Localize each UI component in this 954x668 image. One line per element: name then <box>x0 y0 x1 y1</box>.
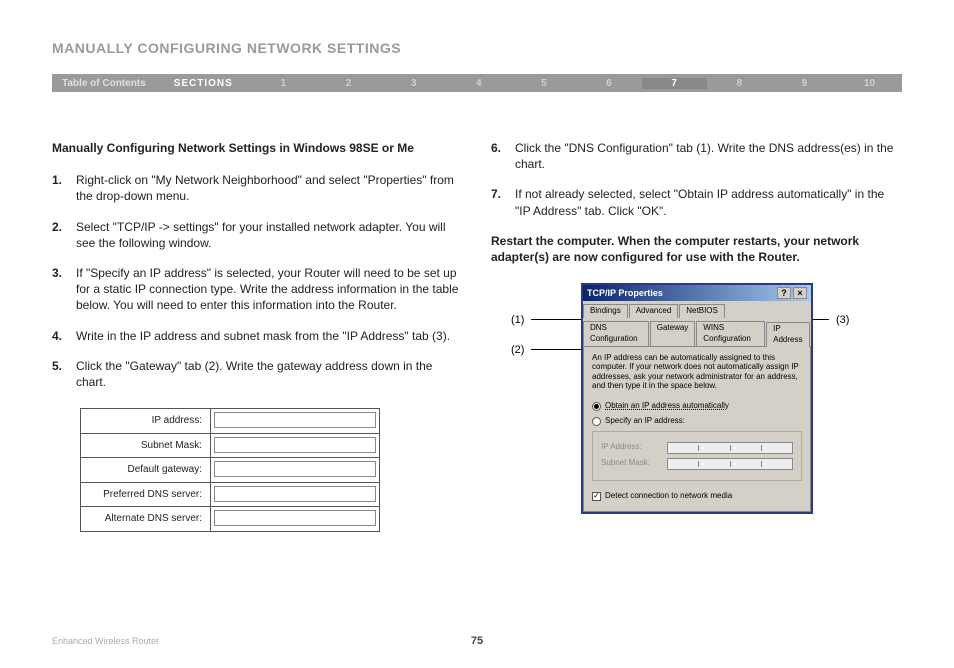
step-number: 4. <box>52 328 76 344</box>
ip-label: IP Address: <box>601 442 661 453</box>
chart-input[interactable] <box>214 412 376 428</box>
chart-row-dns2: Alternate DNS server: <box>81 507 379 531</box>
tab-netbios[interactable]: NetBIOS <box>679 304 725 318</box>
step-number: 3. <box>52 265 76 314</box>
subnet-label: Subnet Mask: <box>601 458 661 469</box>
checkbox-detect[interactable]: ✓ Detect connection to network media <box>592 491 802 502</box>
tab-row-2: DNS Configuration Gateway WINS Configura… <box>583 318 811 346</box>
ip-address-row: IP Address: <box>601 442 793 454</box>
radio-label: Specify an IP address: <box>605 416 685 427</box>
section-navbar: Table of Contents SECTIONS 1 2 3 4 5 6 7… <box>52 74 902 92</box>
nav-section-8[interactable]: 8 <box>707 78 772 89</box>
tab-gateway[interactable]: Gateway <box>650 321 696 346</box>
chart-input[interactable] <box>214 437 376 453</box>
page-title: MANUALLY CONFIGURING NETWORK SETTINGS <box>52 40 902 56</box>
nav-section-9[interactable]: 9 <box>772 78 837 89</box>
step-text: Click the "Gateway" tab (2). Write the g… <box>76 358 463 390</box>
right-column: 6.Click the "DNS Configuration" tab (1).… <box>491 140 902 532</box>
step-number: 6. <box>491 140 515 172</box>
step-4: 4.Write in the IP address and subnet mas… <box>52 328 463 344</box>
chart-row-gateway: Default gateway: <box>81 458 379 483</box>
chart-input[interactable] <box>214 510 376 526</box>
page-footer: Enhanced Wireless Router 75 <box>52 636 902 646</box>
step-2: 2.Select "TCP/IP -> settings" for your i… <box>52 219 463 251</box>
callout-1: (1) <box>511 313 524 328</box>
dialog-title-text: TCP/IP Properties <box>587 287 663 299</box>
step-3: 3.If "Specify an IP address" is selected… <box>52 265 463 314</box>
steps-list-right: 6.Click the "DNS Configuration" tab (1).… <box>491 140 902 219</box>
step-text: If not already selected, select "Obtain … <box>515 186 902 218</box>
callout-3: (3) <box>836 313 849 328</box>
dialog-titlebar: TCP/IP Properties ? × <box>583 285 811 301</box>
chart-input[interactable] <box>214 486 376 502</box>
step-7: 7.If not already selected, select "Obtai… <box>491 186 902 218</box>
screenshot-figure: (1) (2) (3) TCP/IP Properties ? × Bindin… <box>491 283 902 523</box>
nav-section-1[interactable]: 1 <box>251 78 316 89</box>
nav-section-3[interactable]: 3 <box>381 78 446 89</box>
chart-row-ip: IP address: <box>81 409 379 434</box>
product-name: Enhanced Wireless Router <box>52 636 159 646</box>
step-text: Select "TCP/IP -> settings" for your ins… <box>76 219 463 251</box>
radio-specify[interactable]: Specify an IP address: <box>592 416 802 427</box>
chart-label: Subnet Mask: <box>81 434 211 458</box>
chart-row-subnet: Subnet Mask: <box>81 434 379 459</box>
radio-icon <box>592 402 601 411</box>
subnet-mask-row: Subnet Mask: <box>601 458 793 470</box>
steps-list-left: 1.Right-click on "My Network Neighborhoo… <box>52 172 463 390</box>
ip-input[interactable] <box>667 442 793 454</box>
page-number: 75 <box>471 635 483 647</box>
restart-note: Restart the computer. When the computer … <box>491 233 902 265</box>
document-page: MANUALLY CONFIGURING NETWORK SETTINGS Ta… <box>0 0 954 668</box>
nav-section-2[interactable]: 2 <box>316 78 381 89</box>
step-number: 2. <box>52 219 76 251</box>
tab-wins-config[interactable]: WINS Configuration <box>696 321 765 346</box>
step-text: Write in the IP address and subnet mask … <box>76 328 450 344</box>
radio-icon <box>592 417 601 426</box>
nav-section-10[interactable]: 10 <box>837 78 902 89</box>
checkbox-label: Detect connection to network media <box>605 491 732 502</box>
toc-link[interactable]: Table of Contents <box>52 78 156 89</box>
tab-ip-address[interactable]: IP Address <box>766 322 810 347</box>
tab-dns-config[interactable]: DNS Configuration <box>583 321 649 346</box>
left-column: Manually Configuring Network Settings in… <box>52 140 463 532</box>
subnet-input[interactable] <box>667 458 793 470</box>
chart-input[interactable] <box>214 461 376 477</box>
callout-2: (2) <box>511 343 524 358</box>
nav-section-6[interactable]: 6 <box>576 78 641 89</box>
chart-row-dns1: Preferred DNS server: <box>81 483 379 508</box>
step-text: If "Specify an IP address" is selected, … <box>76 265 463 314</box>
content-columns: Manually Configuring Network Settings in… <box>52 140 902 532</box>
step-number: 1. <box>52 172 76 204</box>
step-1: 1.Right-click on "My Network Neighborhoo… <box>52 172 463 204</box>
close-icon[interactable]: × <box>793 287 807 299</box>
section-subtitle: Manually Configuring Network Settings in… <box>52 140 463 156</box>
sections-label: SECTIONS <box>156 78 251 89</box>
tab-row-1: Bindings Advanced NetBIOS <box>583 301 811 318</box>
nav-section-7[interactable]: 7 <box>642 78 707 89</box>
tcpip-dialog: TCP/IP Properties ? × Bindings Advanced … <box>581 283 813 514</box>
chart-label: Default gateway: <box>81 458 211 482</box>
ip-group: IP Address: Subnet Mask: <box>592 431 802 481</box>
address-chart: IP address: Subnet Mask: Default gateway… <box>80 408 380 532</box>
tab-advanced[interactable]: Advanced <box>629 304 679 318</box>
checkbox-icon: ✓ <box>592 492 601 501</box>
tab-bindings[interactable]: Bindings <box>583 304 628 318</box>
dialog-description: An IP address can be automatically assig… <box>592 353 802 391</box>
radio-label: Obtain an IP address automatically <box>605 401 729 412</box>
chart-label: Preferred DNS server: <box>81 483 211 507</box>
step-text: Right-click on "My Network Neighborhood"… <box>76 172 463 204</box>
nav-section-5[interactable]: 5 <box>511 78 576 89</box>
step-number: 5. <box>52 358 76 390</box>
step-text: Click the "DNS Configuration" tab (1). W… <box>515 140 902 172</box>
step-number: 7. <box>491 186 515 218</box>
chart-label: IP address: <box>81 409 211 433</box>
radio-obtain-auto[interactable]: Obtain an IP address automatically <box>592 401 802 412</box>
tab-panel: An IP address can be automatically assig… <box>583 346 811 513</box>
nav-section-4[interactable]: 4 <box>446 78 511 89</box>
chart-label: Alternate DNS server: <box>81 507 211 531</box>
step-6: 6.Click the "DNS Configuration" tab (1).… <box>491 140 902 172</box>
step-5: 5.Click the "Gateway" tab (2). Write the… <box>52 358 463 390</box>
help-icon[interactable]: ? <box>777 287 791 299</box>
